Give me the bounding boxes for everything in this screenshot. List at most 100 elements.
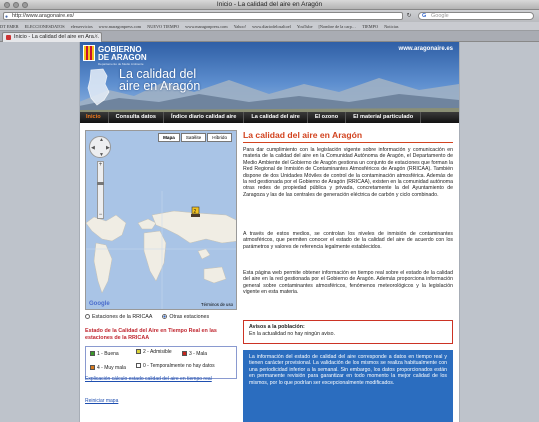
nav-item-3[interactable]: La calidad del aire xyxy=(244,112,308,123)
quality-legend: 1 - Buena 2 - Admisible 3 - Mala 4 - Muy… xyxy=(85,346,237,379)
header-banner: GOBIERNO DE ARAGON Departamento de Medio… xyxy=(79,42,459,112)
legend-swatch xyxy=(90,365,95,370)
world-map-image: 2 xyxy=(86,131,236,309)
legend-label: 2 - Admisible xyxy=(143,349,172,355)
legend-label: 0 - Temporalmente no hay datos xyxy=(143,363,215,369)
close-tab-icon[interactable]: × xyxy=(94,33,98,42)
radio-rricaa[interactable]: Estaciones de la RRICAA xyxy=(85,314,152,320)
logo-line2: DE ARAGON xyxy=(98,53,147,62)
alerts-text: En la actualidad no hay ningún aviso. xyxy=(249,331,335,337)
reset-map-link[interactable]: Reiniciar mapa xyxy=(85,398,118,404)
radio-otras[interactable]: Otras estaciones xyxy=(162,314,209,320)
address-text: http://www.aragonaire.es/ xyxy=(12,13,75,19)
legend-item-sin-datos: 0 - Temporalmente no hay datos xyxy=(136,363,232,370)
reload-icon[interactable]: ↻ xyxy=(404,12,414,20)
search-placeholder: Google xyxy=(431,13,449,19)
bookmark-item[interactable]: DT EMER xyxy=(0,24,25,29)
bookmark-item[interactable]: TIEMPO xyxy=(362,24,384,29)
radio-otras-label: Otras estaciones xyxy=(169,314,210,320)
pan-left-icon[interactable]: ◀ xyxy=(91,145,95,151)
bookmark-item[interactable]: [Nombre de la carp… xyxy=(318,24,362,29)
window-title: Inicio - La calidad del aire en Aragón xyxy=(216,1,323,8)
page-title: La calidad del aire en Aragón xyxy=(243,130,363,140)
zoom-out-icon[interactable]: − xyxy=(98,212,103,218)
map-type-button[interactable]: Satélite xyxy=(180,133,207,142)
google-logo: Google xyxy=(89,301,110,307)
title-divider xyxy=(243,142,453,143)
favicon-icon xyxy=(6,35,11,40)
tab-inicio[interactable]: Inicio - La calidad del aire en Ara… × xyxy=(2,32,102,42)
page-border-right xyxy=(459,42,460,422)
pan-up-icon[interactable]: ▲ xyxy=(99,137,104,143)
logo-subtitle: Departamento de Medio Ambiente xyxy=(98,62,144,66)
window-titlebar: Inicio - La calidad del aire en Aragón xyxy=(0,0,539,10)
map-type-button[interactable]: Mapa xyxy=(158,133,180,142)
pan-right-icon[interactable]: ▶ xyxy=(106,145,110,151)
legend-label: 3 - Mala xyxy=(189,351,208,357)
address-bar[interactable]: ● http://www.aragonaire.es/ xyxy=(3,12,403,20)
station-filter: Estaciones de la RRICAA Otras estaciones xyxy=(85,314,209,320)
control-paragraph: A través de estos medios, se controlan l… xyxy=(243,231,453,250)
bookmark-item[interactable]: ELECCIONESDATOS xyxy=(25,24,71,29)
legend-swatch xyxy=(90,351,95,356)
bookmark-item[interactable]: www.maragonpress.com xyxy=(185,24,233,29)
bookmark-item[interactable]: YouTube xyxy=(297,24,319,29)
population-alerts-box: Avisos a la población: En la actualidad … xyxy=(243,320,453,344)
bookmarks-bar: DT EMER ELECCIONESDATOS elesservicios www.m… xyxy=(0,22,539,31)
map-terms-link[interactable]: Términos de uso xyxy=(201,302,233,307)
globe-icon: ● xyxy=(5,13,9,20)
intro-paragraph: Para dar cumplimiento con la legislación… xyxy=(243,147,453,198)
calculation-explanation-link[interactable]: Explicación cálculo estado calidad del a… xyxy=(85,376,237,382)
main-nav: Inicio Consulta datos Índice diario calida… xyxy=(79,112,459,123)
gobierno-aragon-logo[interactable]: GOBIERNO DE ARAGON Departamento de Medio… xyxy=(83,45,163,67)
tab-bar: Inicio - La calidad del aire en Ara… × xyxy=(0,31,539,42)
hero-title: La calidad del aire en Aragón xyxy=(119,68,201,93)
radio-otras-icon[interactable] xyxy=(162,314,168,319)
nav-item-2[interactable]: Índice diario calidad aire xyxy=(164,112,245,123)
aragon-flag-icon xyxy=(83,45,95,61)
legend-item-admisible: 2 - Admisible xyxy=(136,349,176,356)
realtime-status-title: Estado de la Calidad del Aire en Tiempo … xyxy=(85,328,217,341)
pan-control[interactable]: ▲ ◀ ▶ ▼ xyxy=(89,136,111,158)
bookmark-item[interactable]: NUEVO TIEMPO xyxy=(147,24,185,29)
radio-rricaa-icon[interactable] xyxy=(85,314,90,319)
bookmark-item[interactable]: elesservicios xyxy=(71,24,99,29)
web-page: GOBIERNO DE ARAGON Departamento de Medio… xyxy=(79,42,459,422)
radio-rricaa-label: Estaciones de la RRICAA xyxy=(92,314,153,320)
page-viewport: GOBIERNO DE ARAGON Departamento de Medio… xyxy=(0,42,539,422)
legend-item-buena: 1 - Buena xyxy=(90,351,119,358)
bookmark-item[interactable]: www.diariodelosaltoel xyxy=(252,24,297,29)
nav-item-1[interactable]: Consulta datos xyxy=(109,112,165,123)
legend-label: 4 - Muy mala xyxy=(97,365,126,371)
legend-swatch xyxy=(136,363,141,368)
nav-item-4[interactable]: El ozono xyxy=(308,112,347,123)
alerts-title: Avisos a la población: xyxy=(249,324,305,330)
pan-down-icon[interactable]: ▼ xyxy=(99,152,104,158)
aragon-map-icon xyxy=(87,68,110,106)
legend-swatch xyxy=(136,349,141,354)
bookmark-item[interactable]: www.maragonpress.com xyxy=(99,24,147,29)
google-search-icon: G xyxy=(422,13,427,19)
search-input[interactable]: G Google xyxy=(418,12,534,20)
hero-line2: aire en Aragón xyxy=(119,79,201,93)
browser-toolbar: ● http://www.aragonaire.es/ ↻ G Google xyxy=(0,10,539,22)
zoom-slider[interactable]: + − xyxy=(97,161,104,219)
map-type-button[interactable]: Híbrido xyxy=(207,133,232,142)
web-info-paragraph: Esta página web permite obtener informac… xyxy=(243,270,453,296)
page-border-left xyxy=(79,42,80,422)
legend-item-muy-mala: 4 - Muy mala xyxy=(90,365,126,372)
legend-label: 1 - Buena xyxy=(97,351,119,357)
nav-item-0[interactable]: Inicio xyxy=(79,112,109,123)
zoom-slider-thumb[interactable] xyxy=(97,182,104,185)
bookmark-item[interactable]: Noticias xyxy=(384,24,404,29)
zoom-in-icon[interactable]: + xyxy=(98,162,103,168)
map-type-selector: Mapa Satélite Híbrido xyxy=(157,133,232,142)
data-disclaimer-box: La información del estado de calidad del… xyxy=(243,350,453,422)
bookmark-item[interactable]: Yahoo! xyxy=(234,24,252,29)
logo-text: GOBIERNO DE ARAGON xyxy=(98,46,147,62)
google-map[interactable]: 2 Mapa Satélite Híbrido ▲ ◀ ▶ ▼ + − Google… xyxy=(85,130,237,310)
legend-item-mala: 3 - Mala xyxy=(182,351,207,358)
nav-item-5[interactable]: El material particulado xyxy=(346,112,422,123)
tab-label: Inicio - La calidad del aire en Ara… xyxy=(14,34,100,40)
site-url: www.aragonaire.es xyxy=(398,46,453,52)
